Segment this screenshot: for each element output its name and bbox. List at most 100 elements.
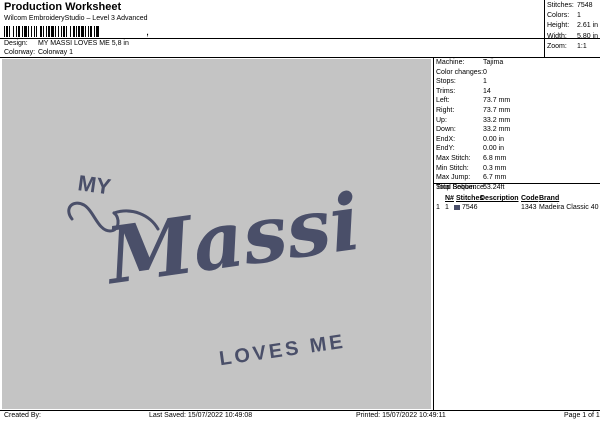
text-my: MY — [76, 170, 112, 199]
design-preview: MY Massi LOVES ME — [2, 59, 431, 409]
property-row: Up: 33.2 mm — [436, 117, 510, 127]
cell-stitches: 7546 — [462, 204, 478, 211]
stats-row: Zoom: 1:1 — [547, 43, 598, 53]
barcode-bar — [85, 26, 86, 37]
stop-sequence-title: Stop Sequence: — [436, 184, 486, 191]
property-label: Min Stitch: — [436, 164, 469, 172]
property-label: Right: — [436, 106, 455, 114]
barcode-suffix: , — [146, 26, 150, 38]
barcode-bar — [96, 26, 99, 37]
property-value: 73.7 mm — [483, 97, 511, 105]
property-row: Down: 33.2 mm — [436, 126, 510, 136]
worksheet-title: Production Worksheet — [4, 1, 122, 13]
footer-printed: Printed: 15/07/2022 10:49:11 — [356, 412, 446, 419]
property-value: 0.3 mm — [483, 164, 507, 172]
stats-label: Stitches: — [547, 2, 574, 9]
barcode-bar — [58, 26, 59, 37]
property-row: Stops: 1 — [436, 78, 510, 88]
property-value: 33.2 mm — [483, 126, 511, 134]
property-row: EndY: 0.00 in — [436, 145, 510, 155]
property-label: EndX: — [436, 135, 456, 143]
stats-row: Stitches: 7548 — [547, 2, 598, 12]
property-value: 73.7 mm — [483, 106, 511, 114]
stats-label: Colors: — [547, 12, 570, 20]
stats-row: Colors: 1 — [547, 12, 598, 22]
barcode-bar — [63, 26, 65, 37]
barcode-bar — [55, 26, 56, 37]
property-value: 0 — [483, 68, 487, 76]
property-row: Trims: 14 — [436, 88, 510, 98]
property-row: EndX: 0.00 in — [436, 136, 510, 146]
property-row: Max Stitch: 6.8 mm — [436, 155, 510, 165]
design-label: Design: — [4, 40, 28, 47]
design-value: MY MASSI LOVES ME 5,8 in — [37, 40, 129, 47]
footer-page: Page 1 of 1 — [564, 412, 600, 419]
stats-label: Height: — [547, 22, 570, 30]
software-name: Wilcom EmbroideryStudio – Level 3 Advanc… — [4, 15, 148, 22]
property-row: Left: 73.7 mm — [436, 97, 510, 107]
divider-stats — [544, 0, 545, 57]
embroidery-artwork: MY Massi LOVES ME — [67, 170, 366, 371]
stats-label: Width: — [547, 32, 567, 40]
barcode-bar — [46, 26, 47, 37]
property-label: Machine: — [436, 59, 465, 66]
text-loves-me: LOVES ME — [218, 331, 347, 371]
table-row: 1 1 7546 1343 Madeira Classic 40 — [434, 203, 599, 212]
barcode-bar — [61, 26, 62, 37]
stats-value: 5.80 in — [577, 32, 599, 40]
divider-header — [0, 57, 600, 58]
cell-code: 1343 — [521, 204, 537, 211]
property-label: Max Stitch: — [436, 154, 471, 162]
property-label: EndY: — [436, 145, 455, 153]
barcode-bar — [43, 26, 44, 37]
property-value: 0.00 in — [483, 135, 505, 143]
divider-preview — [433, 57, 434, 410]
stats-value: 2.61 in — [577, 22, 599, 30]
colorway-label: Colorway: — [4, 49, 36, 56]
colorway-row: Colorway: Colorway 1 — [4, 49, 73, 56]
col-number: N# — [445, 195, 454, 202]
cell-brand: Madeira Classic 40 — [539, 204, 599, 211]
barcode-bar — [73, 26, 75, 37]
barcode-bar — [31, 26, 32, 37]
barcode-bar — [28, 26, 29, 37]
barcode-bar — [22, 26, 23, 37]
barcode-bar — [78, 26, 80, 37]
property-value: 1 — [483, 78, 487, 86]
property-value: Tajima — [483, 59, 504, 66]
property-value: 53.24ft — [483, 183, 505, 191]
property-value: 6.8 mm — [483, 154, 507, 162]
barcode-bar — [66, 26, 67, 37]
stats-label: Zoom: — [547, 42, 567, 50]
property-label: Up: — [436, 116, 447, 124]
property-label: Left: — [436, 97, 450, 105]
barcode-bar — [4, 26, 5, 37]
cell-index: 1 — [436, 204, 440, 211]
stop-sequence-table: N# Stitches Description Code Brand 1 1 7… — [434, 194, 599, 212]
thread-color-swatch — [454, 205, 460, 210]
stats-panel: Stitches: 7548 Colors: 1 Height: 2.61 in Wi… — [547, 2, 598, 53]
barcode-bar — [48, 26, 50, 37]
footer-created-by: Created By: — [4, 412, 41, 419]
barcode-bar — [13, 26, 14, 37]
property-row: Min Stitch: 0.3 mm — [436, 165, 510, 175]
design-row: Design: MY MASSI LOVES ME 5,8 in — [4, 40, 129, 47]
property-label: Down: — [436, 126, 456, 134]
barcode-bar — [90, 26, 92, 37]
barcode-bar — [51, 26, 54, 37]
property-label: Max Jump: — [436, 174, 471, 182]
property-value: 14 — [483, 87, 491, 95]
stats-value: 1 — [577, 12, 581, 20]
barcode-bar — [36, 26, 37, 37]
divider-footer — [0, 410, 600, 411]
text-massi: Massi — [98, 177, 366, 303]
colorway-value: Colorway 1 — [37, 49, 73, 56]
barcode-bar — [16, 26, 17, 37]
property-row: Machine: Tajima — [436, 59, 510, 69]
barcode-bar — [40, 26, 42, 37]
col-description: Description — [480, 195, 519, 202]
property-row: Right: 73.7 mm — [436, 107, 510, 117]
col-brand: Brand — [539, 195, 560, 202]
stats-value: 7548 — [577, 2, 593, 9]
barcode-bar — [18, 26, 20, 37]
